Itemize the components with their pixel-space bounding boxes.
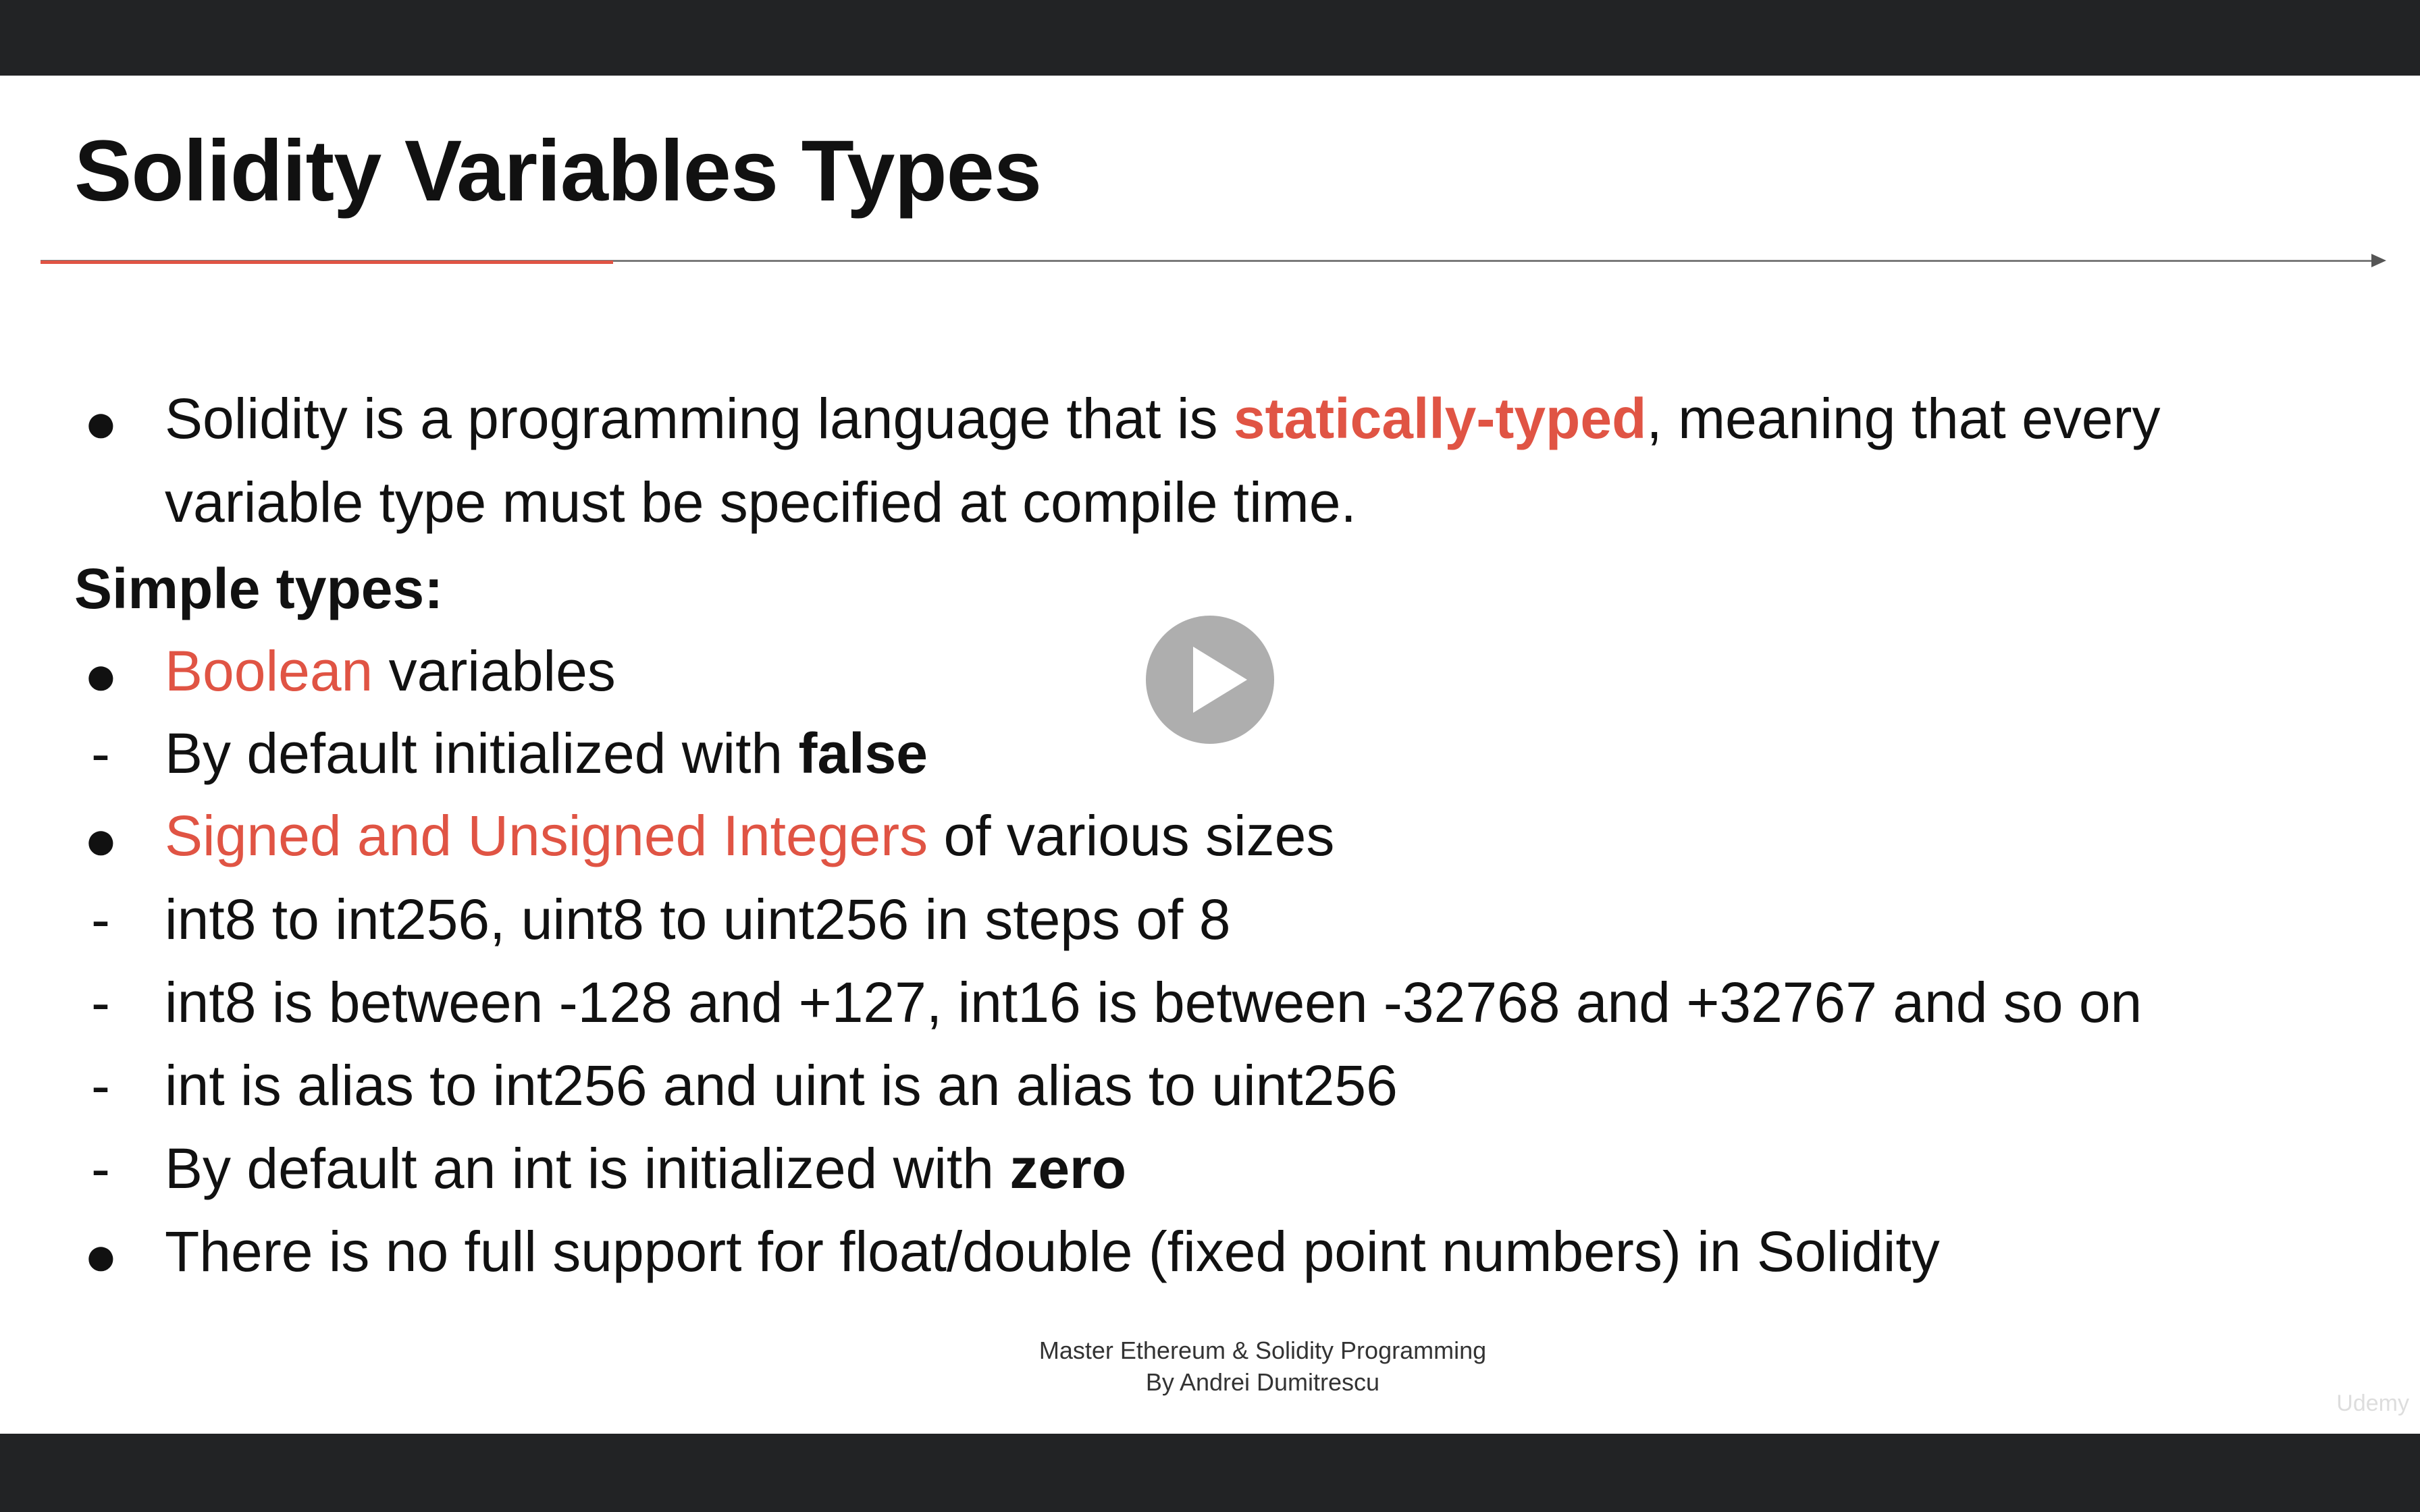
intro-line-2: variable type must be specified at compi… [165, 470, 1357, 534]
dash-marker: - [91, 971, 110, 1034]
list-item-int-ranges: int8 is between -128 and +127, int16 is … [165, 971, 2142, 1034]
int-default-text: By default an int is initialized with [165, 1137, 1010, 1200]
slide: Solidity Variables Types ● Solidity is a… [0, 76, 2420, 1434]
boolean-default-value: false [798, 722, 928, 785]
intro-line-1: Solidity is a programming language that … [165, 390, 2160, 447]
list-item-integers: Signed and Unsigned Integers of various … [165, 807, 1334, 864]
list-item-int-alias: int is alias to int256 and uint is an al… [165, 1054, 1398, 1117]
bullet-icon: ● [84, 1224, 118, 1287]
int-default-value: zero [1009, 1137, 1127, 1200]
play-icon[interactable] [1146, 616, 1274, 744]
intro-text-end: , meaning that every [1646, 387, 2161, 450]
dash-marker: - [91, 888, 110, 951]
footer-author: By Andrei Dumitrescu [1145, 1368, 1380, 1396]
section-heading: Simple types: [74, 557, 444, 620]
boolean-rest: variables [373, 639, 616, 703]
udemy-watermark: Udemy [2336, 1390, 2409, 1416]
dash-marker: - [91, 722, 110, 785]
boolean-default-text: By default initialized with [165, 722, 799, 785]
bullet-icon: ● [84, 643, 118, 707]
arrowhead-icon [2371, 254, 2386, 267]
slide-title: Solidity Variables Types [74, 123, 1042, 219]
list-item-int-default: By default an int is initialized with ze… [165, 1140, 1126, 1197]
intro-highlight: statically-typed [1233, 387, 1647, 450]
boolean-highlight: Boolean [165, 639, 373, 703]
bullet-icon: ● [84, 808, 118, 871]
list-item-int-steps: int8 to int256, uint8 to uint256 in step… [165, 888, 1231, 951]
list-item-float: There is no full support for float/doubl… [165, 1220, 1940, 1283]
title-underline-accent [41, 261, 613, 264]
dash-marker: - [91, 1054, 110, 1117]
integers-highlight: Signed and Unsigned Integers [165, 804, 928, 867]
dash-marker: - [91, 1137, 110, 1200]
bullet-icon: ● [84, 391, 118, 454]
footer-course: Master Ethereum & Solidity Programming [1038, 1336, 1487, 1364]
intro-text: Solidity is a programming language that … [165, 387, 1234, 450]
integers-rest: of various sizes [928, 804, 1335, 867]
list-item-boolean: Boolean variables [165, 643, 616, 699]
list-item-boolean-default: By default initialized with false [165, 725, 928, 782]
